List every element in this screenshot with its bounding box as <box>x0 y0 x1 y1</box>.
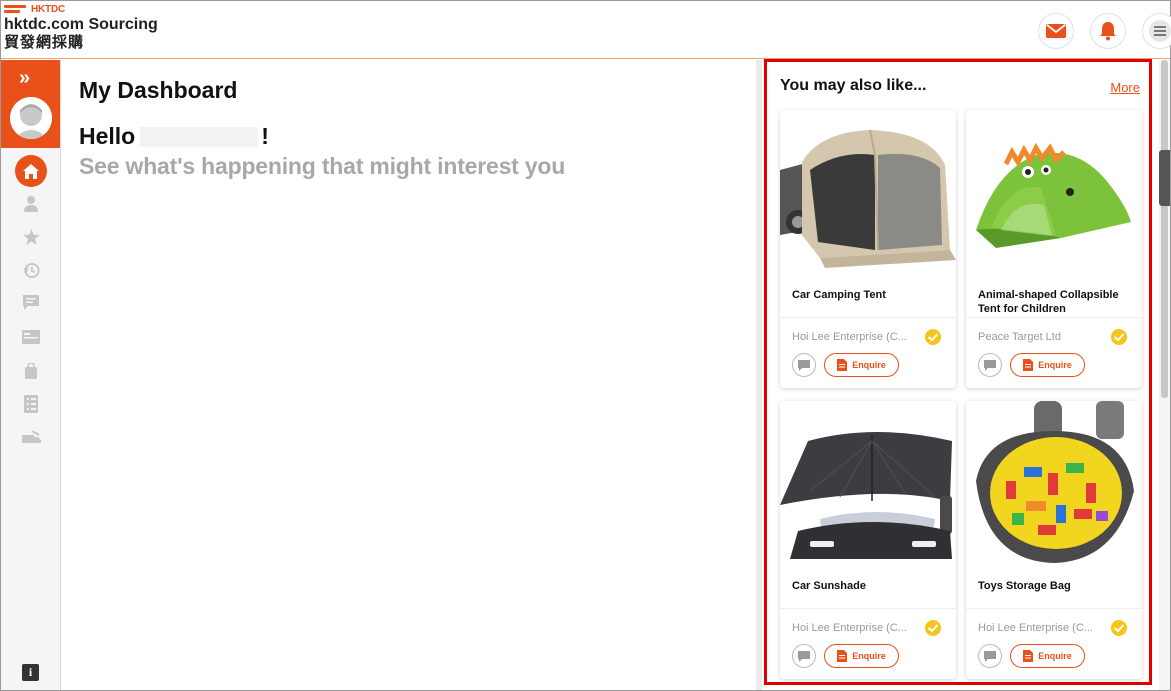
sidebar-item-lists[interactable] <box>15 388 47 420</box>
enquire-button[interactable]: Enquire <box>1010 644 1085 668</box>
user-icon <box>24 196 38 212</box>
greeting-text: Hello <box>79 123 136 149</box>
product-name[interactable]: Animal-shaped Collapsible Tent for Child… <box>978 288 1138 316</box>
list-icon <box>24 395 38 413</box>
product-image[interactable] <box>966 401 1142 567</box>
product-image[interactable] <box>966 110 1142 276</box>
card-divider <box>966 608 1142 609</box>
bell-icon <box>1100 22 1116 41</box>
user-avatar-icon <box>10 97 52 139</box>
supplier-name[interactable]: Hoi Lee Enterprise (C... <box>792 622 907 634</box>
product-image[interactable] <box>780 401 956 567</box>
menu-icon <box>1149 20 1171 42</box>
star-icon <box>22 229 40 245</box>
supplier-name[interactable]: Peace Target Ltd <box>978 331 1061 343</box>
enquire-label: Enquire <box>852 651 886 661</box>
card-divider <box>966 317 1142 318</box>
chat-button[interactable] <box>978 644 1002 668</box>
left-sidebar: » i <box>1 60 61 690</box>
menu-button[interactable] <box>1142 13 1171 49</box>
home-icon <box>23 163 39 179</box>
site-logo[interactable]: HKTDC hktdc.com Sourcing 貿發網採購 <box>4 3 158 51</box>
page-subtitle: See what's happening that might interest… <box>79 153 566 179</box>
chat-icon <box>798 650 810 662</box>
sidebar-item-favourites[interactable] <box>15 221 47 253</box>
sidebar-profile-area: » <box>1 60 60 148</box>
chat-icon <box>984 650 996 662</box>
user-name-redacted <box>140 126 259 147</box>
product-card[interactable]: Animal-shaped Collapsible Tent for Child… <box>966 110 1142 388</box>
verified-supplier-icon <box>1111 620 1127 636</box>
info-button[interactable]: i <box>22 664 39 681</box>
supplier-name[interactable]: Hoi Lee Enterprise (C... <box>978 622 1093 634</box>
page-title: My Dashboard <box>79 77 238 103</box>
chat-icon <box>798 359 810 371</box>
product-name[interactable]: Car Sunshade <box>792 579 952 593</box>
avatar[interactable] <box>10 97 52 139</box>
sidebar-item-home[interactable] <box>15 155 47 187</box>
panel-divider <box>756 60 762 690</box>
sidebar-item-shipping[interactable] <box>15 422 47 454</box>
history-icon <box>22 262 40 278</box>
enquire-label: Enquire <box>1038 651 1072 661</box>
card-icon <box>22 330 40 344</box>
notification-button[interactable] <box>1090 13 1126 49</box>
mail-button[interactable] <box>1038 13 1074 49</box>
product-card[interactable]: Toys Storage Bag Hoi Lee Enterprise (C..… <box>966 401 1142 679</box>
scrollbar-thumb[interactable] <box>1161 60 1168 398</box>
product-name[interactable]: Toys Storage Bag <box>978 579 1138 593</box>
sidebar-item-profile[interactable] <box>15 188 47 220</box>
document-icon <box>1023 650 1034 662</box>
chat-button[interactable] <box>792 353 816 377</box>
mail-icon <box>1046 24 1066 38</box>
product-image[interactable] <box>780 110 956 276</box>
card-divider <box>780 317 956 318</box>
feedback-side-tab[interactable] <box>1159 150 1170 206</box>
product-card[interactable]: Car Sunshade Hoi Lee Enterprise (C... En… <box>780 401 956 679</box>
enquire-button[interactable]: Enquire <box>824 353 899 377</box>
verified-supplier-icon <box>1111 329 1127 345</box>
enquire-button[interactable]: Enquire <box>1010 353 1085 377</box>
document-icon <box>1023 359 1034 371</box>
sidebar-item-cards[interactable] <box>15 321 47 353</box>
supplier-name[interactable]: Hoi Lee Enterprise (C... <box>792 331 907 343</box>
enquire-label: Enquire <box>1038 360 1072 370</box>
recommendations-title: You may also like... <box>780 77 927 94</box>
greeting: Hello ! <box>79 123 269 150</box>
hktdc-logo-mark <box>4 4 28 14</box>
sidebar-item-orders[interactable] <box>15 355 47 387</box>
verified-supplier-icon <box>925 329 941 345</box>
bag-icon <box>25 363 37 379</box>
message-icon <box>23 295 39 310</box>
product-card[interactable]: Car Camping Tent Hoi Lee Enterprise (C..… <box>780 110 956 388</box>
document-icon <box>837 650 848 662</box>
product-name[interactable]: Car Camping Tent <box>792 288 952 302</box>
more-link[interactable]: More <box>1110 80 1140 95</box>
sidebar-item-messages[interactable] <box>15 287 47 319</box>
dashboard-main: My Dashboard Hello ! See what's happenin… <box>62 60 756 690</box>
brand-label: HKTDC <box>31 3 65 15</box>
site-name: hktdc.com Sourcing <box>4 16 158 33</box>
expand-sidebar-icon[interactable]: » <box>19 68 30 88</box>
recommendations-panel: You may also like... More Car Camping Te… <box>764 59 1152 685</box>
chat-icon <box>984 359 996 371</box>
chat-button[interactable] <box>792 644 816 668</box>
document-icon <box>837 359 848 371</box>
truck-icon <box>21 431 41 443</box>
greeting-end: ! <box>261 123 269 149</box>
top-header: HKTDC hktdc.com Sourcing 貿發網採購 <box>1 1 1171 59</box>
enquire-label: Enquire <box>852 360 886 370</box>
verified-supplier-icon <box>925 620 941 636</box>
card-divider <box>780 608 956 609</box>
enquire-button[interactable]: Enquire <box>824 644 899 668</box>
chat-button[interactable] <box>978 353 1002 377</box>
sidebar-item-history[interactable] <box>15 254 47 286</box>
site-name-zh: 貿發網採購 <box>4 34 85 51</box>
